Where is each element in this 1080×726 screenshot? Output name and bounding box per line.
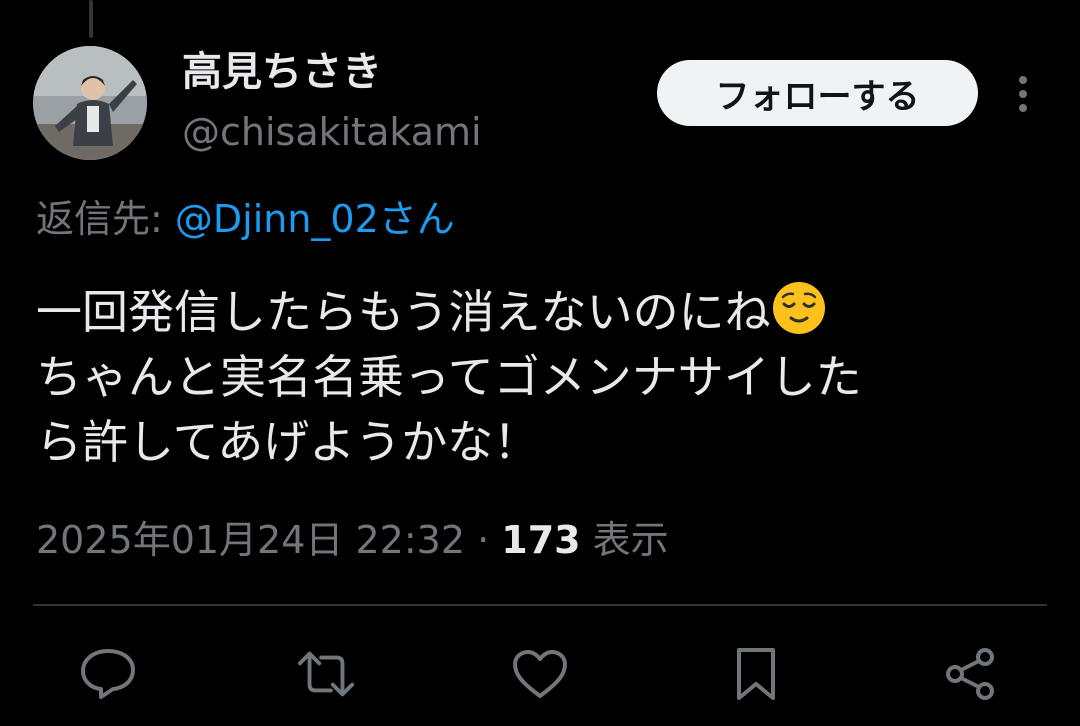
heart-icon <box>513 650 567 698</box>
bookmark-button[interactable] <box>726 644 786 704</box>
more-vertical-icon[interactable] <box>1008 72 1038 116</box>
tweet-text-line-1: 一回発信したらもう消えないのにね <box>36 285 771 339</box>
relieved-face-icon <box>772 282 825 334</box>
reply-icon <box>81 649 135 699</box>
timestamp[interactable]: 2025年01月24日 22:32 <box>36 518 465 562</box>
like-button[interactable] <box>510 644 570 704</box>
reply-to-label: 返信先: <box>36 197 175 241</box>
tweet-text: 一回発信したらもう消えないのにね ちゃんと実名名乗ってゴメンナサイした ら許して… <box>36 280 1046 475</box>
views-count: 173 <box>501 518 581 562</box>
bookmark-icon <box>737 648 775 700</box>
retweet-icon <box>297 651 355 697</box>
divider <box>33 604 1047 606</box>
tweet-text-line: 一回発信したらもう消えないのにね <box>36 280 1046 345</box>
follow-button[interactable]: フォローする <box>657 60 978 126</box>
reply-context: 返信先: @Djinn_02さん <box>36 192 455 246</box>
avatar-image <box>33 46 147 160</box>
thread-connector-line <box>89 0 93 38</box>
meta-separator: · <box>465 518 502 562</box>
retweet-button[interactable] <box>296 644 356 704</box>
tweet-text-line-2: ちゃんと実名名乗ってゴメンナサイした <box>36 350 862 404</box>
views-label: 表示 <box>580 518 669 562</box>
tweet-text-line-3: ら許してあげようかな！ <box>36 415 540 469</box>
author-display-name[interactable]: 高見ちさき <box>182 46 382 98</box>
reply-button[interactable] <box>78 644 138 704</box>
share-button[interactable] <box>940 644 1000 704</box>
tweet-meta: 2025年01月24日 22:32 · 173 表示 <box>36 512 669 568</box>
reply-to-mention-link[interactable]: @Djinn_02さん <box>175 197 455 241</box>
author-handle[interactable]: @chisakitakami <box>182 108 482 156</box>
avatar[interactable] <box>33 46 147 160</box>
share-icon <box>946 648 994 700</box>
